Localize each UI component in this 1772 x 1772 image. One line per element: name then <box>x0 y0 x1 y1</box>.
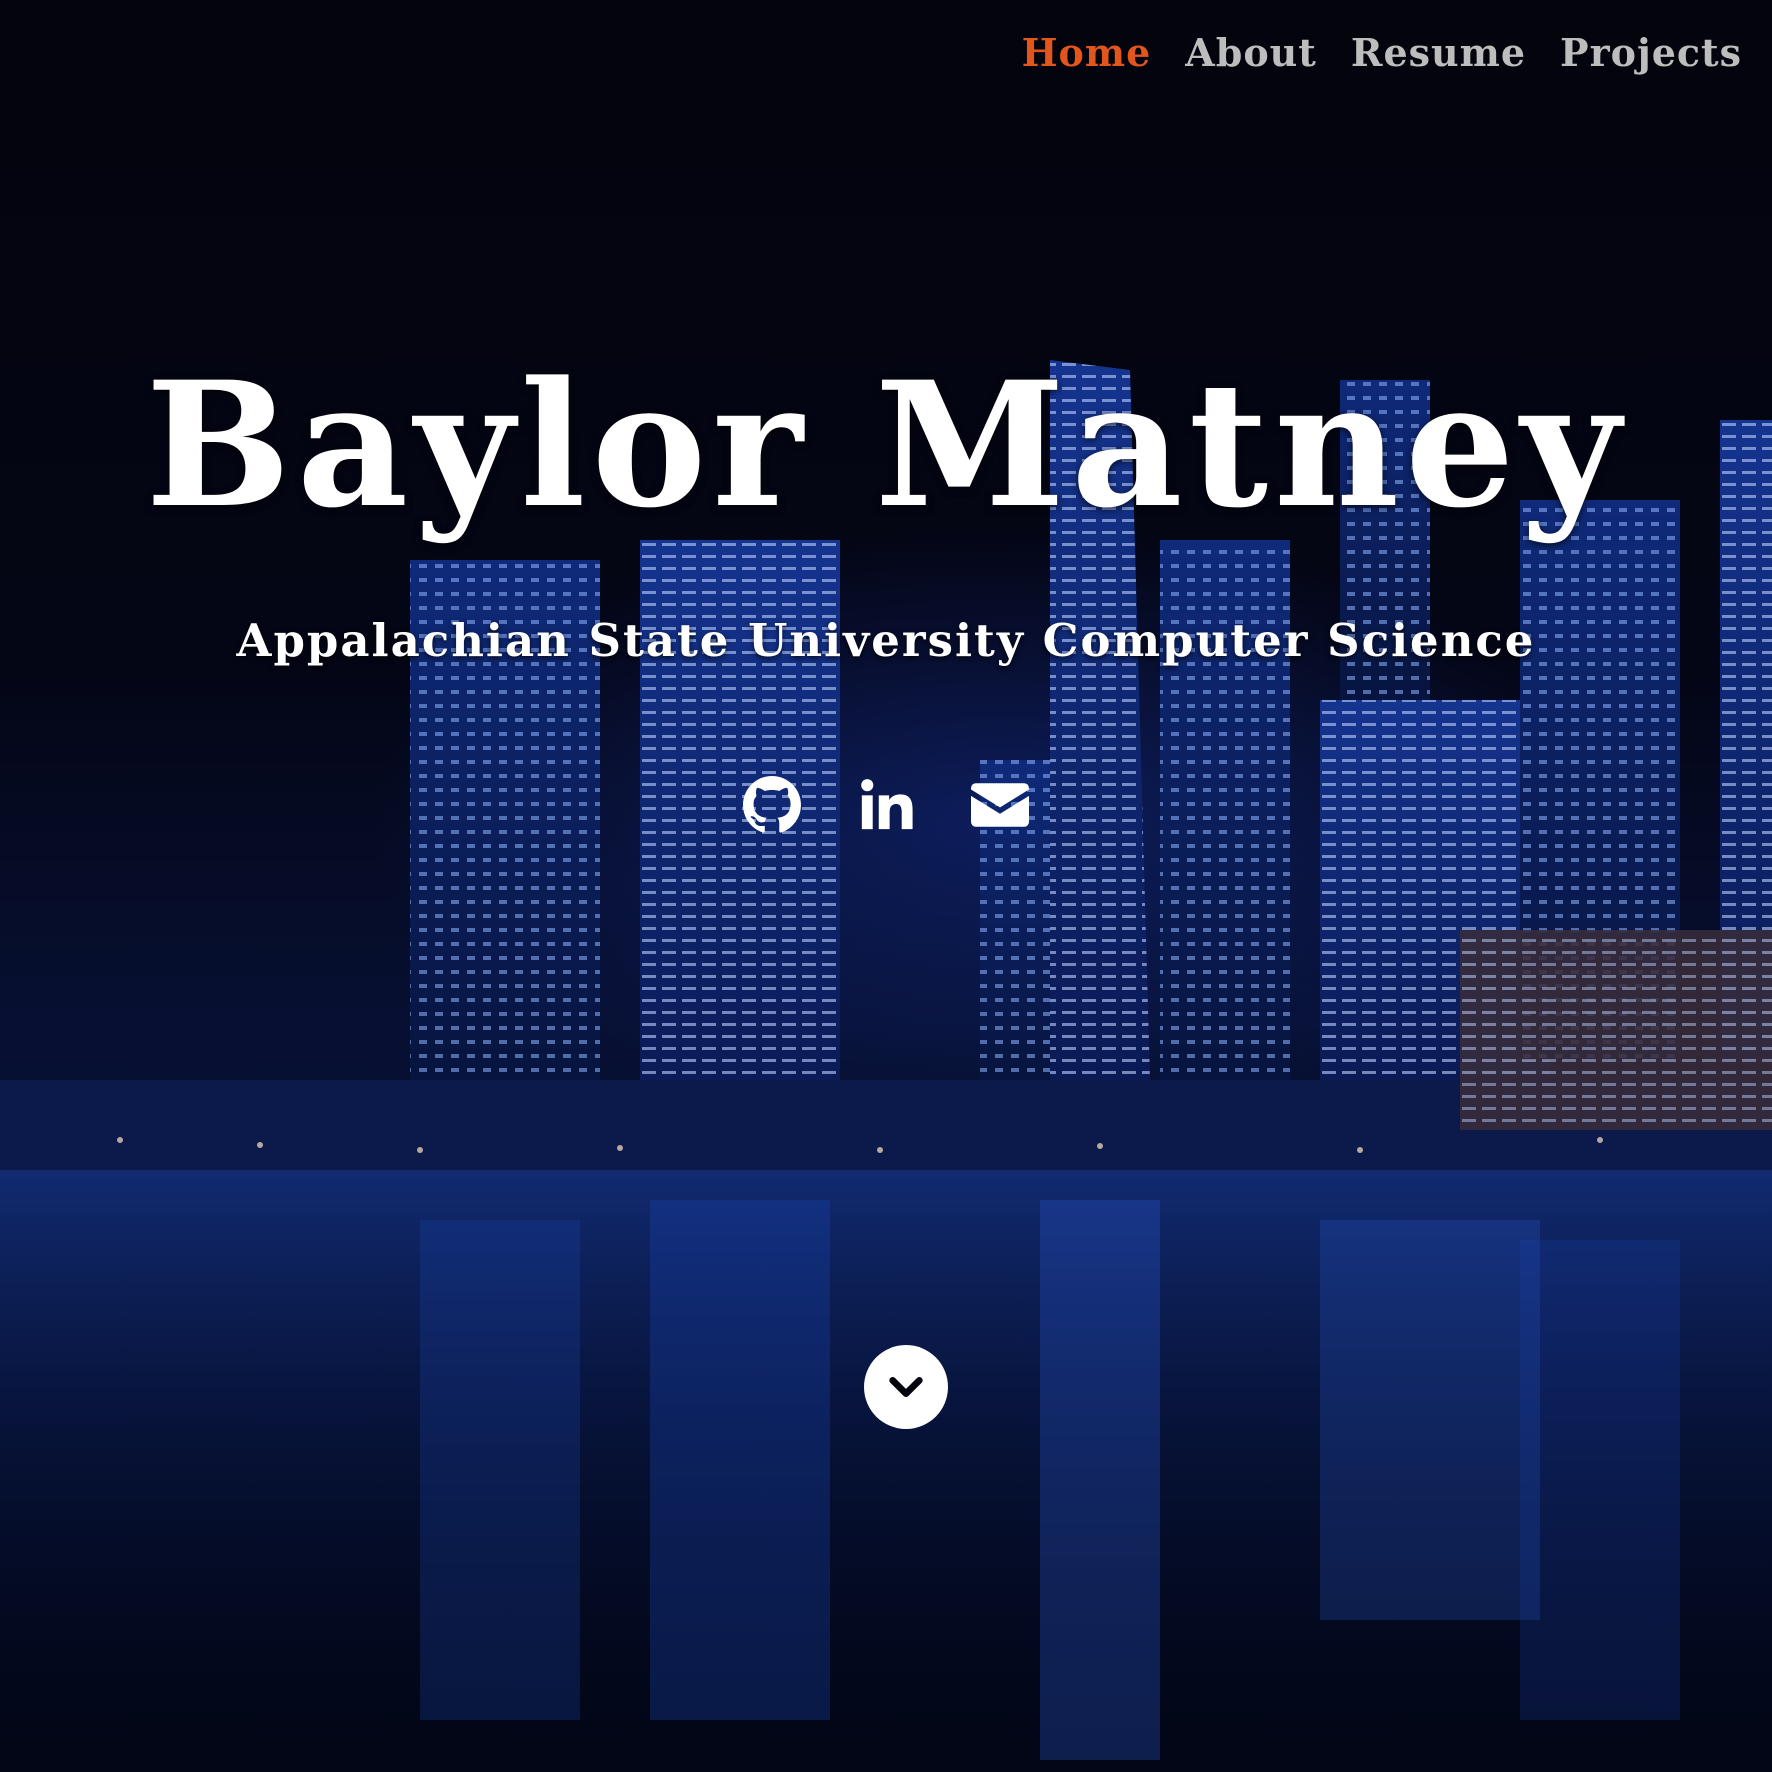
hero-name: Baylor Matney <box>145 343 1627 546</box>
main-nav: Home About Resume Projects <box>1022 30 1742 75</box>
linkedin-link[interactable] <box>857 776 915 834</box>
envelope-icon <box>971 783 1029 827</box>
github-link[interactable] <box>743 776 801 834</box>
hero-subtitle: Appalachian State University Computer Sc… <box>236 614 1536 667</box>
nav-about-link[interactable]: About <box>1185 30 1317 75</box>
social-links <box>0 776 1772 834</box>
linkedin-icon <box>861 779 913 830</box>
nav-projects-link[interactable]: Projects <box>1560 30 1742 75</box>
chevron-down-icon <box>889 1377 923 1397</box>
nav-resume-link[interactable]: Resume <box>1351 30 1526 75</box>
email-link[interactable] <box>971 776 1029 834</box>
github-icon <box>743 776 801 833</box>
nav-home-link[interactable]: Home <box>1022 30 1152 75</box>
hero-section: Home About Resume Projects Baylor Matney… <box>0 0 1772 1772</box>
city-background-image <box>0 360 1772 1772</box>
scroll-down-button[interactable] <box>864 1345 948 1429</box>
